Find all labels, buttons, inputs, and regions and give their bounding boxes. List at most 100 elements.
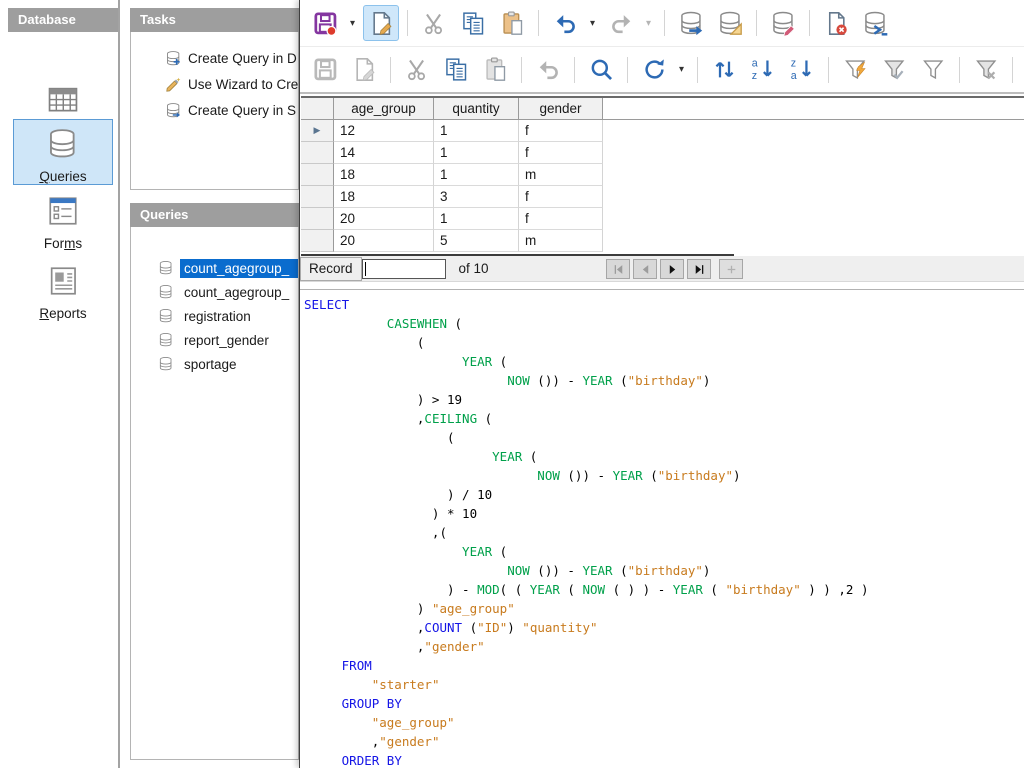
query-list-item[interactable]: registration <box>158 304 298 328</box>
clear-query-button[interactable] <box>818 5 854 41</box>
task-item[interactable]: Create Query in S <box>165 97 298 123</box>
undo-dropdown-icon[interactable]: ▾ <box>586 18 599 29</box>
sidebar-item-reports[interactable]: Reports <box>13 257 113 321</box>
find-record-button[interactable] <box>583 52 619 88</box>
table-cell[interactable]: 3 <box>434 186 519 208</box>
table-cell[interactable]: 18 <box>334 186 434 208</box>
sql-view-button[interactable] <box>857 5 893 41</box>
previous-record-button[interactable] <box>633 259 657 279</box>
queries-list: count_agegroup_count_agegroup_registrati… <box>130 227 299 760</box>
undo-data-button[interactable] <box>530 52 566 88</box>
apply-filter-button[interactable] <box>876 52 912 88</box>
edit-query-button[interactable] <box>765 5 801 41</box>
toolbar-separator <box>664 10 665 36</box>
table-cell[interactable]: f <box>519 186 603 208</box>
table-row: ▶121f <box>301 120 1024 142</box>
record-count-label: of 10 <box>459 261 489 276</box>
edit-data-toggle[interactable] <box>363 5 399 41</box>
task-item[interactable]: Create Query in D <box>165 45 298 71</box>
sort-button[interactable] <box>706 52 742 88</box>
sql-code-line: YEAR ( <box>304 352 1024 371</box>
refresh-dropdown-icon[interactable]: ▾ <box>675 64 688 75</box>
wizard-pencil-icon <box>165 76 188 93</box>
save-button[interactable] <box>307 5 343 41</box>
table-cell[interactable]: f <box>519 120 603 142</box>
row-header-cell[interactable] <box>301 208 334 230</box>
sql-code-line: ) "age_group" <box>304 599 1024 618</box>
table-cell[interactable]: 1 <box>434 120 519 142</box>
last-record-button[interactable] <box>687 259 711 279</box>
toolbar-separator <box>521 57 522 83</box>
save-record-button[interactable] <box>307 52 343 88</box>
redo-dropdown-icon[interactable]: ▾ <box>642 18 655 29</box>
row-header-cell[interactable] <box>301 186 334 208</box>
sidebar-item-queries[interactable]: Queries <box>13 119 113 185</box>
sort-ascending-button[interactable]: az <box>745 52 781 88</box>
column-header-age-group[interactable]: age_group <box>334 98 434 120</box>
task-item[interactable]: Use Wizard to Cre <box>165 71 298 97</box>
tasks-list: Create Query in D Use Wizard to CreCreate… <box>130 32 299 190</box>
table-cell[interactable]: 14 <box>334 142 434 164</box>
paste-button[interactable] <box>494 5 530 41</box>
new-record-button[interactable] <box>719 259 743 279</box>
edit-record-button[interactable] <box>346 52 382 88</box>
pane-splitter[interactable] <box>118 0 120 768</box>
column-header-gender[interactable]: gender <box>519 98 603 120</box>
sidebar-item-label: Forms <box>13 236 113 251</box>
table-cell[interactable]: f <box>519 208 603 230</box>
design-view-button[interactable] <box>712 5 748 41</box>
query-list-item[interactable]: count_agegroup_ <box>158 280 298 304</box>
sql-code-line: CASEWHEN ( <box>304 314 1024 333</box>
run-query-button[interactable] <box>673 5 709 41</box>
refresh-button[interactable] <box>636 52 672 88</box>
sql-code-line: ) > 19 <box>304 390 1024 409</box>
sort-descending-button[interactable]: za <box>784 52 820 88</box>
row-header-cell[interactable]: ▶ <box>301 120 334 142</box>
table-cell[interactable]: 18 <box>334 164 434 186</box>
query-list-item[interactable]: sportage <box>158 352 298 376</box>
row-header-cell[interactable] <box>301 230 334 252</box>
autofilter-button[interactable] <box>837 52 873 88</box>
table-cell[interactable]: m <box>519 230 603 252</box>
sql-editor[interactable]: SELECT CASEWHEN ( ( YEAR ( NOW ()) - YEA… <box>300 289 1024 768</box>
svg-text:a: a <box>790 70 796 82</box>
table-cell[interactable]: 20 <box>334 230 434 252</box>
sidebar-item-forms[interactable]: Forms <box>13 187 113 251</box>
query-window: ▾▾▾ ▾azza age_group quantity gender ▶121… <box>299 0 1024 768</box>
table-cell[interactable]: m <box>519 164 603 186</box>
toolbar-separator <box>538 10 539 36</box>
toolbar-separator <box>828 57 829 83</box>
grid-corner-cell[interactable] <box>301 98 334 120</box>
table-cell[interactable]: 20 <box>334 208 434 230</box>
copy-button[interactable] <box>455 5 491 41</box>
table-cell[interactable]: f <box>519 142 603 164</box>
column-header-quantity[interactable]: quantity <box>434 98 519 120</box>
database-icon <box>158 332 180 348</box>
task-item-label: Create Query in D <box>188 51 297 66</box>
row-header-cell[interactable] <box>301 142 334 164</box>
save-dropdown-icon[interactable]: ▾ <box>346 18 359 29</box>
redo-button[interactable] <box>603 5 639 41</box>
table-row: 201f <box>301 208 1024 230</box>
first-record-button[interactable] <box>606 259 630 279</box>
table-icon <box>46 83 80 117</box>
cut-button[interactable] <box>416 5 452 41</box>
table-cell[interactable]: 5 <box>434 230 519 252</box>
table-cell[interactable]: 1 <box>434 164 519 186</box>
database-icon <box>158 308 180 324</box>
table-cell[interactable]: 12 <box>334 120 434 142</box>
copy-data-button[interactable] <box>438 52 474 88</box>
paste-data-button[interactable] <box>477 52 513 88</box>
table-cell[interactable]: 1 <box>434 142 519 164</box>
database-sidebar: TablesQueriesFormsReports <box>8 32 118 768</box>
next-record-button[interactable] <box>660 259 684 279</box>
query-list-item[interactable]: count_agegroup_ <box>158 256 298 280</box>
cut-data-button[interactable] <box>399 52 435 88</box>
record-number-input[interactable] <box>362 259 446 279</box>
table-cell[interactable]: 1 <box>434 208 519 230</box>
undo-button[interactable] <box>547 5 583 41</box>
row-header-cell[interactable] <box>301 164 334 186</box>
reset-filter-button[interactable] <box>968 52 1004 88</box>
standard-filter-button[interactable] <box>915 52 951 88</box>
query-list-item[interactable]: report_gender <box>158 328 298 352</box>
